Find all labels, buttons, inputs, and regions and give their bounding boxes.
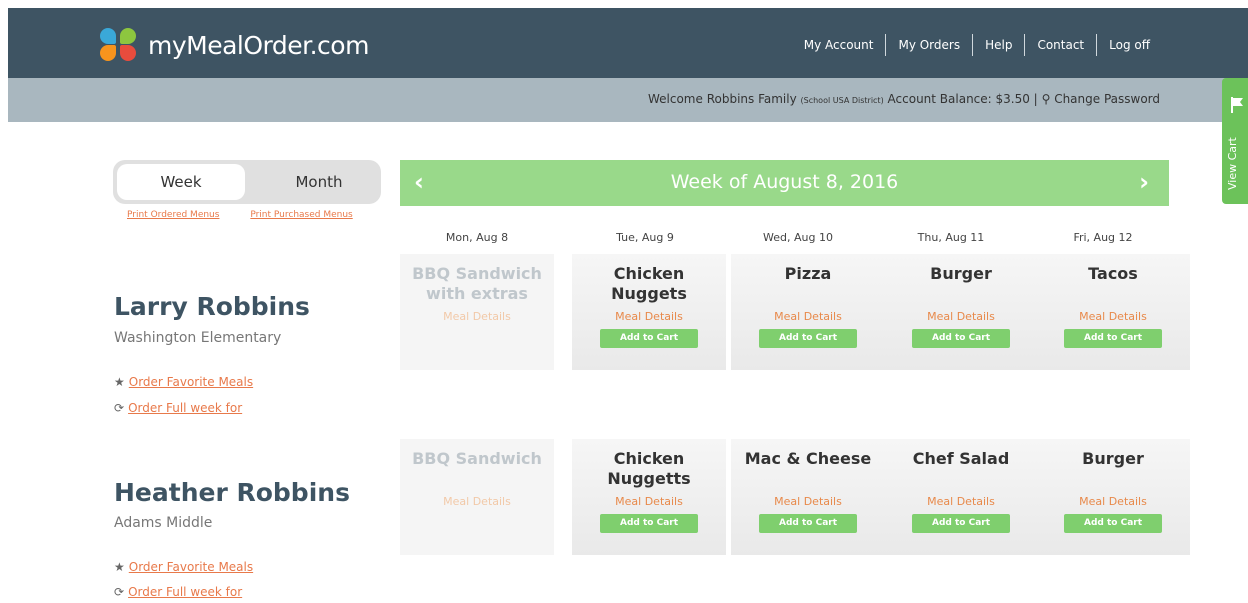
next-week-icon[interactable]: › xyxy=(1139,168,1149,196)
day-header-mon: Mon, Aug 8 xyxy=(445,231,509,244)
day-header-fri: Fri, Aug 12 xyxy=(1073,231,1133,244)
week-header: ‹ Week of August 8, 2016 › xyxy=(400,160,1169,206)
day-header-tue: Tue, Aug 9 xyxy=(616,231,674,244)
day-header-thu: Thu, Aug 11 xyxy=(917,231,985,244)
meal-card: Burger Meal Details Add to Cart xyxy=(884,254,1038,370)
add-to-cart-button[interactable]: Add to Cart xyxy=(1064,514,1162,533)
order-full-week-row: ⟳ Order Full week for xyxy=(114,585,242,599)
key-icon: ⚲ xyxy=(1041,92,1051,106)
meal-details-link: Meal Details xyxy=(443,495,511,508)
logo-text: myMealOrder.com xyxy=(148,30,369,60)
order-favorites-row: ★ Order Favorite Meals xyxy=(114,560,253,574)
toggle-week[interactable]: Week xyxy=(117,164,245,200)
meal-card-past: BBQ Sandwich Meal Details xyxy=(400,439,554,555)
nav-log-off[interactable]: Log off xyxy=(1096,34,1162,56)
meal-name: BBQ Sandwich xyxy=(412,449,542,468)
star-icon: ★ xyxy=(114,375,125,389)
add-to-cart-button[interactable]: Add to Cart xyxy=(759,514,857,533)
welcome-text: Welcome Robbins Family (School USA Distr… xyxy=(648,92,1160,106)
meal-card: Tacos Meal Details Add to Cart xyxy=(1036,254,1190,370)
view-cart-label: View Cart xyxy=(1226,137,1239,190)
meal-name: Chicken Nuggetts xyxy=(607,449,691,488)
meal-details-link[interactable]: Meal Details xyxy=(884,310,1038,323)
nav-help[interactable]: Help xyxy=(972,34,1024,56)
logo-icon xyxy=(100,28,140,62)
add-to-cart-button[interactable]: Add to Cart xyxy=(759,329,857,348)
order-favorites-row: ★ Order Favorite Meals xyxy=(114,375,253,389)
order-favorite-meals-link[interactable]: Order Favorite Meals xyxy=(129,560,253,574)
student-name: Heather Robbins xyxy=(114,478,350,507)
print-purchased-menus-link[interactable]: Print Purchased Menus xyxy=(250,210,352,220)
nav-my-orders[interactable]: My Orders xyxy=(885,34,972,56)
nav-my-account[interactable]: My Account xyxy=(792,34,886,56)
view-toggle: Week Month xyxy=(113,160,381,204)
meal-name: Mac & Cheese xyxy=(744,449,872,468)
meal-details-link[interactable]: Meal Details xyxy=(731,310,885,323)
meal-card-past: BBQ Sandwich with extras Meal Details xyxy=(400,254,554,370)
meal-details-link[interactable]: Meal Details xyxy=(731,495,885,508)
meal-details-link: Meal Details xyxy=(443,310,511,323)
change-password-link[interactable]: Change Password xyxy=(1054,92,1160,106)
meal-name: Burger xyxy=(930,264,992,283)
meal-name: Tacos xyxy=(1088,264,1138,283)
meal-name: Burger xyxy=(1082,449,1144,468)
meal-details-link[interactable]: Meal Details xyxy=(1036,495,1190,508)
refresh-icon: ⟳ xyxy=(114,585,125,599)
meal-name: BBQ Sandwich with extras xyxy=(412,264,542,303)
student-name: Larry Robbins xyxy=(114,292,310,321)
add-to-cart-button[interactable]: Add to Cart xyxy=(912,329,1010,348)
meal-name: Chef Salad xyxy=(912,449,1010,468)
order-full-week-link[interactable]: Order Full week for xyxy=(128,585,242,599)
meal-details-link[interactable]: Meal Details xyxy=(572,495,726,508)
add-to-cart-button[interactable]: Add to Cart xyxy=(912,514,1010,533)
add-to-cart-button[interactable]: Add to Cart xyxy=(600,329,698,348)
logo[interactable]: myMealOrder.com xyxy=(100,28,369,62)
add-to-cart-button[interactable]: Add to Cart xyxy=(1064,329,1162,348)
toggle-month[interactable]: Month xyxy=(263,164,375,200)
order-full-week-row: ⟳ Order Full week for xyxy=(114,401,242,415)
order-full-week-link[interactable]: Order Full week for xyxy=(128,401,242,415)
meal-details-link[interactable]: Meal Details xyxy=(884,495,1038,508)
meal-name: Chicken Nuggets xyxy=(611,264,687,303)
meal-card: Burger Meal Details Add to Cart xyxy=(1036,439,1190,555)
account-bar: Welcome Robbins Family (School USA Distr… xyxy=(8,78,1248,122)
welcome-family: Welcome Robbins Family xyxy=(647,92,797,106)
day-header-wed: Wed, Aug 10 xyxy=(763,231,833,244)
view-cart-tab[interactable]: View Cart xyxy=(1222,78,1248,204)
flag-icon xyxy=(1231,97,1243,113)
print-ordered-menus-link[interactable]: Print Ordered Menus xyxy=(127,210,219,220)
print-links: Print Ordered Menus Print Purchased Menu… xyxy=(127,210,381,220)
meal-card: Mac & Cheese Meal Details Add to Cart xyxy=(731,439,885,555)
nav-contact[interactable]: Contact xyxy=(1024,34,1096,56)
top-nav: My Account My Orders Help Contact Log of… xyxy=(792,34,1162,56)
week-title: Week of August 8, 2016 xyxy=(670,171,899,193)
star-icon: ★ xyxy=(114,560,125,574)
order-favorite-meals-link[interactable]: Order Favorite Meals xyxy=(129,375,253,389)
meal-card: Chicken Nuggets Meal Details Add to Cart xyxy=(572,254,726,370)
meal-details-link[interactable]: Meal Details xyxy=(572,310,726,323)
meal-card: Chef Salad Meal Details Add to Cart xyxy=(884,439,1038,555)
meal-card: Chicken Nuggetts Meal Details Add to Car… xyxy=(572,439,726,555)
account-balance: Account Balance: $3.50 | xyxy=(887,92,1038,106)
meal-details-link[interactable]: Meal Details xyxy=(1036,310,1190,323)
district-name: (School USA District) xyxy=(800,96,884,105)
meal-card: Pizza Meal Details Add to Cart xyxy=(731,254,885,370)
add-to-cart-button[interactable]: Add to Cart xyxy=(600,514,698,533)
refresh-icon: ⟳ xyxy=(114,401,125,415)
student-school: Adams Middle xyxy=(114,515,213,531)
meal-name: Pizza xyxy=(784,264,832,283)
top-header: myMealOrder.com My Account My Orders Hel… xyxy=(8,8,1248,78)
student-school: Washington Elementary xyxy=(114,330,282,346)
